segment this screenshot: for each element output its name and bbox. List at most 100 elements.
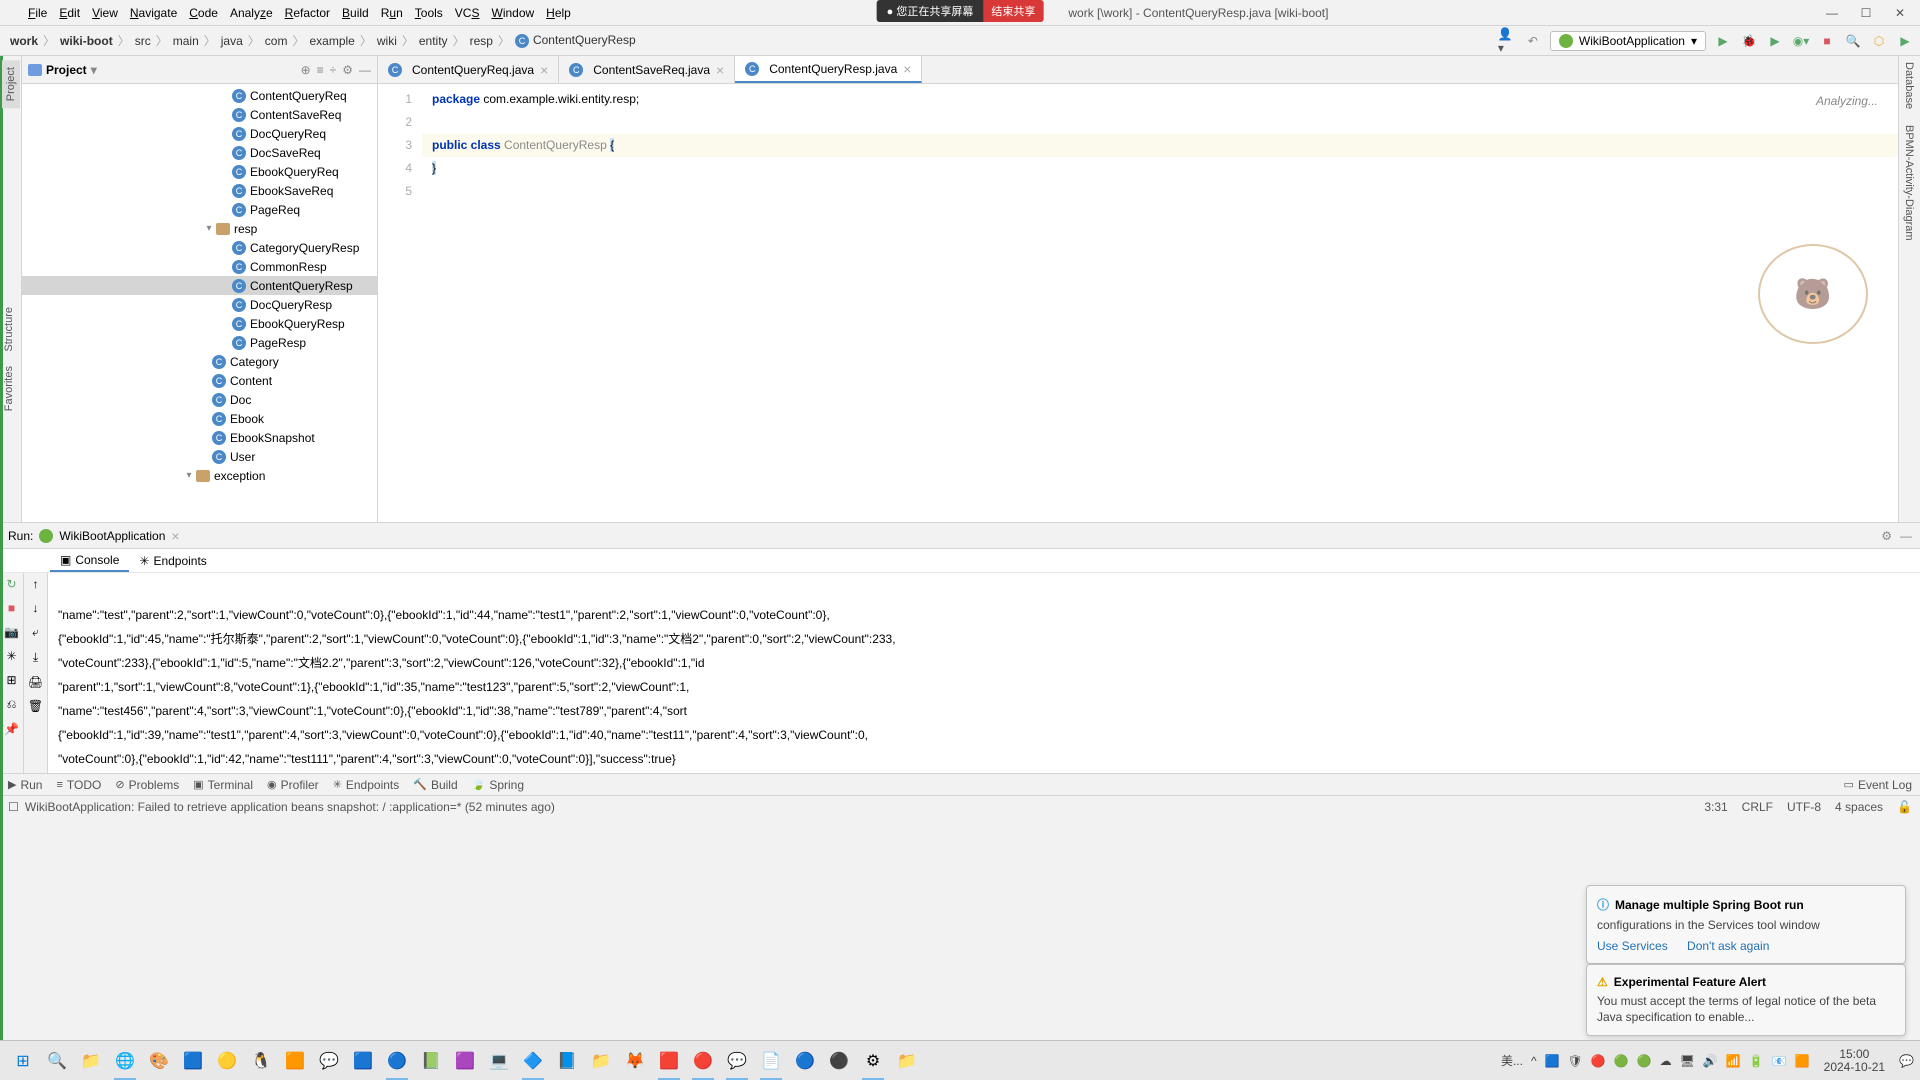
chevron-down-icon[interactable]: ▾ bbox=[202, 223, 216, 234]
settings-icon[interactable]: ⚙ bbox=[342, 63, 353, 77]
tree-item[interactable]: ContentQueryResp bbox=[22, 276, 377, 295]
project-tree[interactable]: ContentQueryReqContentSaveReqDocQueryReq… bbox=[22, 84, 377, 522]
app-icon[interactable]: 📁 bbox=[586, 1046, 616, 1076]
search-icon[interactable]: 🔍 bbox=[1844, 32, 1862, 50]
tray-icon[interactable]: 🟦 bbox=[1545, 1054, 1560, 1068]
tray-icon[interactable]: 🟢 bbox=[1614, 1054, 1629, 1068]
app-icon[interactable]: 💬 bbox=[314, 1046, 344, 1076]
print-icon[interactable]: 🖨 bbox=[28, 675, 43, 689]
menu-help[interactable]: Help bbox=[540, 3, 577, 23]
app-icon[interactable]: 📁 bbox=[892, 1046, 922, 1076]
app-icon[interactable]: 📘 bbox=[552, 1046, 582, 1076]
app-icon[interactable]: 📄 bbox=[756, 1046, 786, 1076]
tray-icon[interactable]: 🟧 bbox=[1795, 1054, 1810, 1068]
search-button[interactable]: 🔍 bbox=[42, 1046, 72, 1076]
wps-icon[interactable]: 🔴 bbox=[688, 1046, 718, 1076]
maximize-button[interactable]: ☐ bbox=[1854, 5, 1878, 21]
tool-terminal[interactable]: ▣ Terminal bbox=[193, 778, 253, 792]
close-icon[interactable]: × bbox=[171, 528, 179, 544]
tray-icon[interactable]: ☁ bbox=[1660, 1054, 1672, 1068]
chevron-down-icon[interactable]: ▾ bbox=[182, 470, 196, 481]
console-output[interactable]: "name":"test","parent":2,"sort":1,"viewC… bbox=[48, 573, 1920, 773]
share-stop-button[interactable]: 结束共享 bbox=[983, 0, 1043, 22]
user-icon[interactable]: 👤▾ bbox=[1498, 32, 1516, 50]
tree-item[interactable]: Category bbox=[22, 352, 377, 371]
tree-item[interactable]: DocSaveReq bbox=[22, 143, 377, 162]
vscode-icon[interactable]: 🔷 bbox=[518, 1046, 548, 1076]
menu-vcs[interactable]: VCS bbox=[449, 3, 486, 23]
tree-item[interactable]: ContentQueryReq bbox=[22, 86, 377, 105]
tool-problems[interactable]: ⊘ Problems bbox=[115, 778, 179, 792]
crumb[interactable]: java bbox=[217, 32, 247, 50]
up-icon[interactable]: ↑ bbox=[33, 577, 39, 591]
intellij-icon[interactable]: 🟥 bbox=[654, 1046, 684, 1076]
tree-item[interactable]: DocQueryReq bbox=[22, 124, 377, 143]
ime-indicator[interactable]: 美... bbox=[1501, 1052, 1523, 1069]
tree-item[interactable]: ▾exception bbox=[22, 466, 377, 485]
app-icon[interactable]: 🎨 bbox=[144, 1046, 174, 1076]
tree-item[interactable]: Content bbox=[22, 371, 377, 390]
qq-icon[interactable]: 🐧 bbox=[246, 1046, 276, 1076]
app-icon[interactable]: ⚫ bbox=[824, 1046, 854, 1076]
wechat-icon[interactable]: 💬 bbox=[722, 1046, 752, 1076]
taskbar-clock[interactable]: 15:00 2024-10-21 bbox=[1818, 1048, 1891, 1074]
indent-config[interactable]: 4 spaces bbox=[1835, 800, 1883, 814]
sidebar-tab-favorites[interactable]: Favorites bbox=[0, 359, 18, 418]
menu-build[interactable]: Build bbox=[336, 3, 375, 23]
down-icon[interactable]: ↓ bbox=[33, 601, 39, 615]
actuator-icon[interactable]: ✳ bbox=[6, 649, 16, 663]
lock-icon[interactable]: 🔓 bbox=[1897, 800, 1912, 814]
event-log[interactable]: ▭ Event Log bbox=[1844, 778, 1912, 792]
minimize-button[interactable]: — bbox=[1820, 5, 1844, 21]
collapse-icon[interactable]: ÷ bbox=[330, 63, 337, 77]
tree-item[interactable]: DocQueryResp bbox=[22, 295, 377, 314]
tool-spring[interactable]: 🍃 Spring bbox=[472, 778, 524, 792]
crumb[interactable]: main bbox=[169, 32, 203, 50]
caret-position[interactable]: 3:31 bbox=[1704, 800, 1727, 814]
crumb[interactable]: com bbox=[261, 32, 292, 50]
crumb[interactable]: example bbox=[305, 32, 358, 50]
menu-analyze[interactable]: Analyze bbox=[224, 3, 279, 23]
exit-icon[interactable]: ⎌ bbox=[7, 697, 17, 712]
volume-icon[interactable]: 🔊 bbox=[1703, 1054, 1718, 1068]
editor-tab[interactable]: ContentQueryResp.java× bbox=[735, 56, 922, 83]
crumb[interactable]: work bbox=[6, 32, 42, 50]
stop-button[interactable]: ■ bbox=[1818, 32, 1836, 50]
tree-item[interactable]: PageReq bbox=[22, 200, 377, 219]
explorer-icon[interactable]: 📁 bbox=[76, 1046, 106, 1076]
hide-icon[interactable]: — bbox=[1900, 529, 1912, 543]
stop-icon[interactable]: ■ bbox=[8, 601, 15, 615]
tree-item[interactable]: ▾resp bbox=[22, 219, 377, 238]
coverage-button[interactable]: ▶ bbox=[1766, 32, 1784, 50]
tool-endpoints[interactable]: ✳ Endpoints bbox=[333, 778, 400, 792]
menu-refactor[interactable]: Refactor bbox=[279, 3, 336, 23]
tree-item[interactable]: EbookQueryResp bbox=[22, 314, 377, 333]
menu-view[interactable]: View bbox=[86, 3, 124, 23]
editor-tab[interactable]: ContentQueryReq.java× bbox=[378, 56, 559, 83]
editor-tab[interactable]: ContentSaveReq.java× bbox=[559, 56, 735, 83]
run-config-select[interactable]: WikiBootApplication ▾ bbox=[1550, 31, 1706, 51]
settings-icon[interactable]: ⚙ bbox=[858, 1046, 888, 1076]
pin-icon[interactable]: 📌 bbox=[4, 722, 19, 736]
more-icon[interactable]: ▶ bbox=[1896, 32, 1914, 50]
tree-item[interactable]: User bbox=[22, 447, 377, 466]
code-editor[interactable]: package com.example.wiki.entity.resp; pu… bbox=[422, 84, 1898, 522]
tree-item[interactable]: CommonResp bbox=[22, 257, 377, 276]
scroll-icon[interactable]: ⤓ bbox=[33, 650, 38, 665]
crumb[interactable]: src bbox=[131, 32, 155, 50]
use-services-link[interactable]: Use Services bbox=[1597, 939, 1668, 953]
menu-file[interactable]: File bbox=[22, 3, 53, 23]
ide-update-icon[interactable]: ⬡ bbox=[1870, 32, 1888, 50]
tree-item[interactable]: EbookSnapshot bbox=[22, 428, 377, 447]
close-icon[interactable]: × bbox=[903, 61, 911, 77]
tool-build[interactable]: 🔨 Build bbox=[413, 778, 457, 792]
close-button[interactable]: ✕ bbox=[1888, 5, 1912, 21]
app-icon[interactable]: 🟦 bbox=[178, 1046, 208, 1076]
start-button[interactable]: ⊞ bbox=[8, 1046, 38, 1076]
tree-item[interactable]: CategoryQueryResp bbox=[22, 238, 377, 257]
crumb[interactable]: entity bbox=[415, 32, 452, 50]
menu-window[interactable]: Window bbox=[485, 3, 540, 23]
expand-icon[interactable]: ≡ bbox=[317, 63, 324, 77]
sidebar-tab-bpmn[interactable]: BPMN-Activity-Diagram bbox=[1901, 119, 1917, 247]
dont-ask-link[interactable]: Don't ask again bbox=[1687, 939, 1769, 953]
